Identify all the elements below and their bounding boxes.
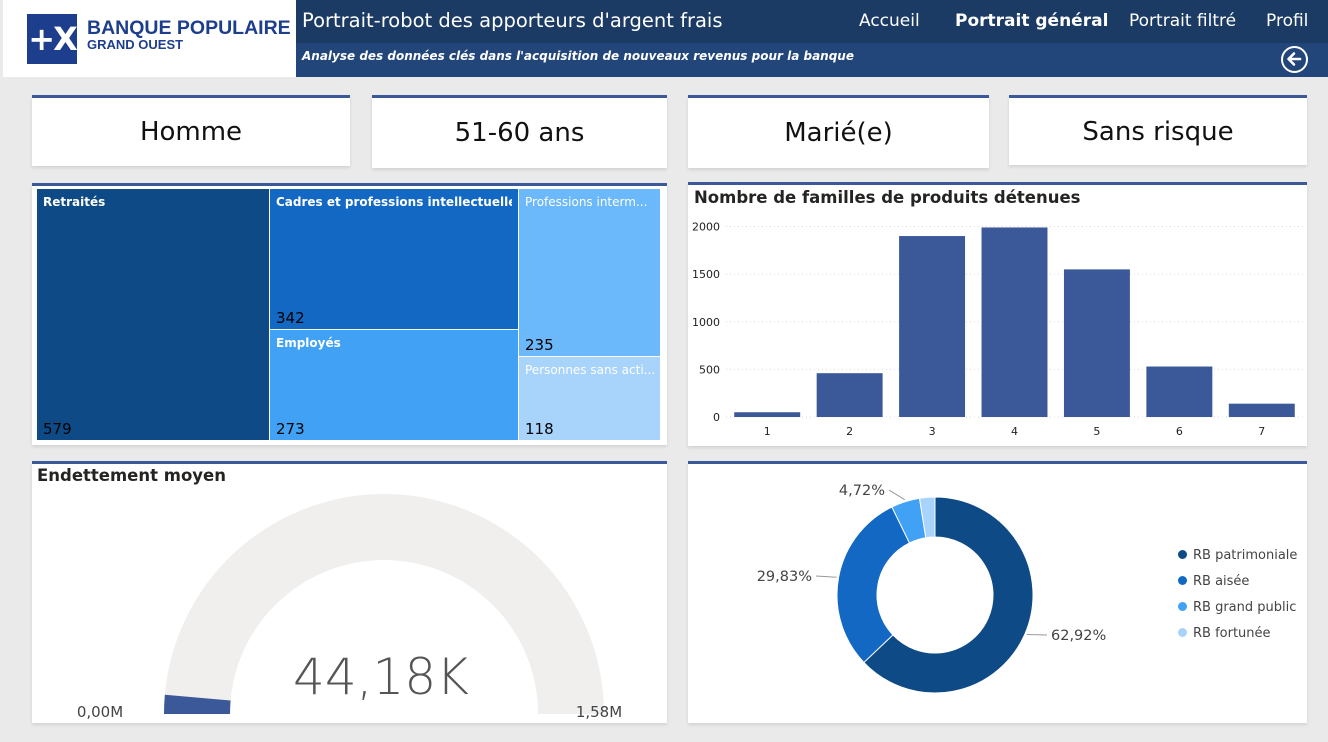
tile-label: Employés [276,336,341,350]
x-tick-label: 6 [1176,425,1183,438]
nav-portrait-filtre[interactable]: Portrait filtré [1129,11,1236,31]
legend-item[interactable]: RB aisée [1178,574,1249,589]
gauge-title: Endettement moyen [37,466,226,485]
bar [1228,403,1295,417]
tile-label: Retraités [43,195,106,209]
legend-label: RB grand public [1193,600,1297,615]
nav-portrait-general[interactable]: Portrait général [955,11,1108,31]
bar [981,227,1048,417]
gauge-max-label: 1,58M [576,703,622,721]
kpi-situation: Marié(e) [688,95,989,168]
gauge-min-label: 0,00M [77,703,123,721]
y-tick-label: 1500 [692,268,720,281]
brand-logo: +X BANQUE POPULAIRE GRAND OUEST [3,0,296,77]
gauge-value: 44,18K [293,648,469,706]
donut-data-label: 62,92% [1051,628,1106,644]
y-tick-label: 2000 [692,221,720,234]
page-title: Portrait-robot des apporteurs d'argent f… [302,9,723,32]
legend-label: RB fortunée [1193,626,1271,641]
kpi-risque: Sans risque [1009,95,1307,165]
tile-value: 579 [43,420,72,438]
brand-subtitle: GRAND OUEST [87,37,184,52]
x-tick-label: 7 [1258,425,1265,438]
treemap-tile[interactable]: Professions interm... 235 [519,189,660,356]
treemap-tile[interactable]: Employés 273 [270,330,518,440]
gauge-chart: 44,18K 0,00M 1,58M [77,494,622,721]
tile-label: Professions interm... [525,195,648,209]
y-tick-label: 1000 [692,316,720,329]
donut-slice [836,506,911,664]
logo-mark-icon: +X [27,14,78,64]
donut-chart: 62,92% 29,83% 4,72% [757,483,1106,694]
nav-profil[interactable]: Profil [1266,11,1308,31]
bar [899,236,966,417]
legend-dot-icon [1178,602,1187,611]
bar-chart: 0 500 1000 1500 2000 1 2 3 4 5 6 7 [692,221,1303,438]
donut-panel: 62,92% 29,83% 4,72% RB patrimoniale RB aisé… [688,461,1307,723]
donut-leader-line [815,575,837,578]
treemap-tile[interactable]: Retraités 579 [37,189,269,440]
donut-data-label: 4,72% [839,483,885,499]
legend-label: RB aisée [1193,574,1250,589]
tile-label: Cadres et professions intellectuelles... [276,195,512,209]
treemap-panel: Retraités 579 Cadres et professions inte… [32,183,667,445]
bar-chart-title: Nombre de familles de produits détenues [694,188,1081,207]
tile-label: Personnes sans acti... [525,363,656,377]
arrow-left-circle-icon[interactable] [1281,46,1308,73]
legend-item[interactable]: RB grand public [1178,600,1296,615]
legend-dot-icon [1178,550,1187,559]
page-subtitle: Analyse des données clés dans l'acquisit… [302,49,854,63]
bar [1146,366,1213,417]
y-tick-label: 0 [713,411,720,424]
donut-leader-line [1026,633,1048,636]
kpi-age: 51-60 ans [372,95,667,168]
legend-dot-icon [1178,628,1187,637]
bar-chart-panel: Nombre de familles de produits détenues … [688,182,1307,446]
y-tick-label: 500 [699,363,720,376]
legend-label: RB patrimoniale [1193,548,1298,563]
legend-item[interactable]: RB fortunée [1178,626,1271,641]
bar [816,373,883,417]
x-tick-label: 3 [929,425,936,438]
bar [734,412,801,417]
donut-leader-line [888,489,906,501]
donut-data-label: 29,83% [757,569,812,585]
subtitle-bar: Analyse des données clés dans l'acquisit… [296,43,1328,77]
x-tick-label: 5 [1093,425,1100,438]
tile-value: 273 [276,420,305,438]
x-tick-label: 4 [1011,425,1018,438]
top-bar: Portrait-robot des apporteurs d'argent f… [296,0,1328,43]
tile-value: 235 [525,336,554,354]
treemap-tile[interactable]: Personnes sans acti... 118 [519,357,660,440]
gauge-panel: Endettement moyen 44,18K 0,00M 1,58M [32,461,667,723]
legend-dot-icon [1178,576,1187,585]
x-tick-label: 1 [764,425,771,438]
tile-value: 342 [276,309,305,327]
kpi-sexe: Homme [32,95,350,166]
nav-accueil[interactable]: Accueil [859,11,920,31]
legend-item[interactable]: RB patrimoniale [1178,548,1297,563]
treemap-tile[interactable]: Cadres et professions intellectuelles...… [270,189,518,329]
bar [1063,269,1130,417]
tile-value: 118 [525,420,554,438]
x-tick-label: 2 [846,425,853,438]
